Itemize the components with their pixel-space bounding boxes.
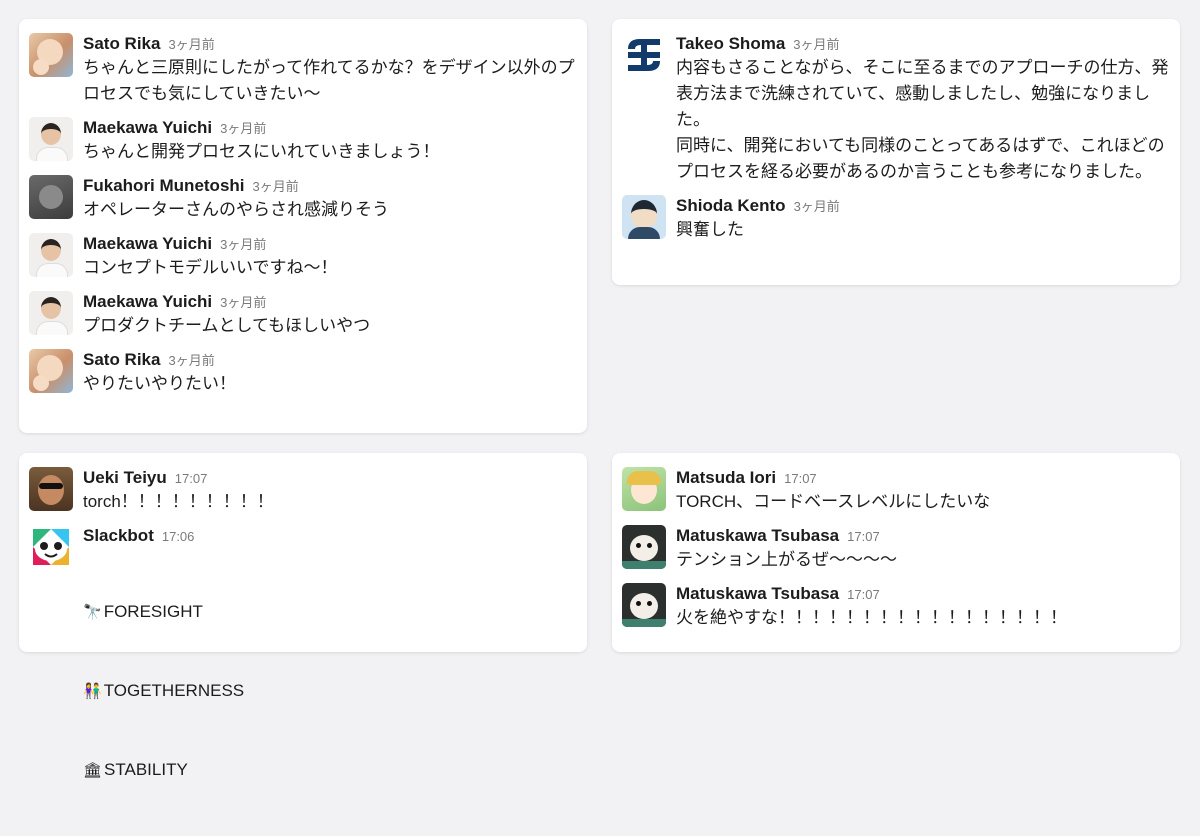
message-text: torch！！！！！！！！！	[83, 492, 274, 511]
slackbot-avatar[interactable]	[29, 525, 73, 569]
message: Shioda Kento 3ヶ月前 興奮した	[622, 195, 1170, 243]
message-body: Maekawa Yuichi 3ヶ月前 コンセプトモデルいいですね〜！	[83, 233, 577, 281]
timestamp[interactable]: 17:07	[784, 468, 817, 490]
avatar[interactable]	[29, 117, 73, 161]
message: Maekawa Yuichi 3ヶ月前 コンセプトモデルいいですね〜！	[29, 233, 577, 281]
message-text: ちゃんと開発プロセスにいれていきましょう！	[83, 142, 440, 161]
user-name[interactable]: Matuskawa Tsubasa	[676, 525, 839, 547]
slackbot-icon	[33, 529, 69, 565]
message: Takeo Shoma 3ヶ月前 内容もさることながら、そこに至るまでのアプローチ…	[622, 33, 1170, 185]
timestamp[interactable]: 3ヶ月前	[793, 34, 839, 56]
user-name[interactable]: Sato Rika	[83, 349, 160, 371]
message-body: Fukahori Munetoshi 3ヶ月前 オペレーターさんのやらされ感減りそ…	[83, 175, 577, 223]
message-thread-card: Ueki Teiyu 17:07 torch！！！！！！！！！ Slackbot 1…	[19, 453, 587, 779]
message: Matuskawa Tsubasa 17:07 火を絶やすな！！！！！！！！！！！…	[622, 583, 1170, 631]
message-body: Shioda Kento 3ヶ月前 興奮した	[676, 195, 1170, 243]
timestamp[interactable]: 17:06	[162, 526, 195, 548]
message-body: Matuskawa Tsubasa 17:07 テンション上がるぜ〜〜〜〜	[676, 525, 1170, 573]
timestamp[interactable]: 3ヶ月前	[220, 118, 266, 140]
avatar[interactable]	[622, 583, 666, 627]
message-text: テンション上がるぜ〜〜〜〜	[676, 550, 897, 569]
value-line: 🏛 STABILITY	[83, 757, 577, 784]
message-body: Matsuda Iori 17:07 TORCH、コードベースレベルにしたいな	[676, 467, 1170, 515]
message-body: Slackbot 17:06 🔭 FORESIGHT 👫 TOGETHERNESS 🏛…	[83, 525, 577, 836]
timestamp[interactable]: 3ヶ月前	[168, 350, 214, 372]
message-body: Maekawa Yuichi 3ヶ月前 ちゃんと開発プロセスにいれていきましょう！	[83, 117, 577, 165]
avatar[interactable]	[622, 525, 666, 569]
user-name[interactable]: Shioda Kento	[676, 195, 786, 217]
user-name[interactable]: Fukahori Munetoshi	[83, 175, 245, 197]
value-stability: STABILITY	[104, 760, 188, 779]
timestamp[interactable]: 3ヶ月前	[794, 196, 840, 218]
user-name[interactable]: Maekawa Yuichi	[83, 233, 212, 255]
message-text: 興奮した	[676, 220, 744, 239]
message: Slackbot 17:06 🔭 FORESIGHT 👫 TOGETHERNESS 🏛…	[29, 525, 577, 836]
user-name[interactable]: Matsuda Iori	[676, 467, 776, 489]
classical-building-icon: 🏛	[83, 762, 103, 779]
value-foresight: FORESIGHT	[103, 602, 203, 621]
message-body: Ueki Teiyu 17:07 torch！！！！！！！！！	[83, 467, 577, 515]
message: Ueki Teiyu 17:07 torch！！！！！！！！！	[29, 467, 577, 515]
telescope-icon: 🔭	[83, 604, 102, 621]
message-text: やりたいやりたい！	[83, 374, 236, 393]
avatar[interactable]	[622, 195, 666, 239]
avatar[interactable]	[29, 33, 73, 77]
user-name[interactable]: Maekawa Yuichi	[83, 291, 212, 313]
timestamp[interactable]: 3ヶ月前	[220, 292, 266, 314]
avatar[interactable]	[29, 291, 73, 335]
avatar[interactable]	[622, 33, 666, 77]
user-name[interactable]: Matuskawa Tsubasa	[676, 583, 839, 605]
message-body: Matuskawa Tsubasa 17:07 火を絶やすな！！！！！！！！！！！…	[676, 583, 1170, 631]
timestamp[interactable]: 17:07	[847, 526, 880, 548]
message-text: 火を絶やすな！！！！！！！！！！！！！！！！！	[676, 608, 1067, 627]
user-name[interactable]: Takeo Shoma	[676, 33, 785, 55]
message: Maekawa Yuichi 3ヶ月前 プロダクトチームとしてもほしいやつ	[29, 291, 577, 339]
message-text: ちゃんと三原則にしたがって作れてるかな？をデザイン以外のプロセスでも気にしていき…	[83, 58, 575, 103]
timestamp[interactable]: 17:07	[175, 468, 208, 490]
message-thread-card: Sato Rika 3ヶ月前 ちゃんと三原則にしたがって作れてるかな？をデザイン以…	[19, 19, 587, 433]
message-text: プロダクトチームとしてもほしいやつ	[83, 316, 371, 335]
message-body: Takeo Shoma 3ヶ月前 内容もさることながら、そこに至るまでのアプローチ…	[676, 33, 1170, 185]
message-text: オペレーターさんのやらされ感減りそう	[83, 200, 389, 219]
user-name[interactable]: Slackbot	[83, 525, 154, 547]
message-thread-card: Takeo Shoma 3ヶ月前 内容もさることながら、そこに至るまでのアプローチ…	[612, 19, 1180, 285]
message-thread-card: Matsuda Iori 17:07 TORCH、コードベースレベルにしたいな M…	[612, 453, 1180, 652]
value-line: 👫 TOGETHERNESS	[83, 678, 577, 705]
message: Fukahori Munetoshi 3ヶ月前 オペレーターさんのやらされ感減りそ…	[29, 175, 577, 223]
message-text: 内容もさることながら、そこに至るまでのアプローチの仕方、発表方法まで洗練されてい…	[676, 58, 1169, 181]
timestamp[interactable]: 3ヶ月前	[220, 234, 266, 256]
user-name[interactable]: Sato Rika	[83, 33, 160, 55]
avatar[interactable]	[622, 467, 666, 511]
message-text: TORCH、コードベースレベルにしたいな	[676, 492, 991, 511]
avatar[interactable]	[29, 467, 73, 511]
value-line: 🔭 FORESIGHT	[83, 599, 577, 626]
user-name[interactable]: Maekawa Yuichi	[83, 117, 212, 139]
message-body: Sato Rika 3ヶ月前 やりたいやりたい！	[83, 349, 577, 397]
message-body: Sato Rika 3ヶ月前 ちゃんと三原則にしたがって作れてるかな？をデザイン以…	[83, 33, 577, 107]
message: Matuskawa Tsubasa 17:07 テンション上がるぜ〜〜〜〜	[622, 525, 1170, 573]
avatar[interactable]	[29, 349, 73, 393]
timestamp[interactable]: 17:07	[847, 584, 880, 606]
message: Sato Rika 3ヶ月前 やりたいやりたい！	[29, 349, 577, 397]
message-body: Maekawa Yuichi 3ヶ月前 プロダクトチームとしてもほしいやつ	[83, 291, 577, 339]
value-togetherness: TOGETHERNESS	[103, 681, 245, 700]
message-text: コンセプトモデルいいですね〜！	[83, 258, 338, 277]
message: Sato Rika 3ヶ月前 ちゃんと三原則にしたがって作れてるかな？をデザイン以…	[29, 33, 577, 107]
message: Maekawa Yuichi 3ヶ月前 ちゃんと開発プロセスにいれていきましょう！	[29, 117, 577, 165]
avatar[interactable]	[29, 233, 73, 277]
message-text: 🔭 FORESIGHT 👫 TOGETHERNESS 🏛 STABILITY	[83, 547, 577, 836]
timestamp[interactable]: 3ヶ月前	[168, 34, 214, 56]
logo-icon	[628, 39, 660, 71]
avatar[interactable]	[29, 175, 73, 219]
message: Matsuda Iori 17:07 TORCH、コードベースレベルにしたいな	[622, 467, 1170, 515]
user-name[interactable]: Ueki Teiyu	[83, 467, 167, 489]
timestamp[interactable]: 3ヶ月前	[253, 176, 299, 198]
couple-icon: 👫	[83, 683, 102, 700]
